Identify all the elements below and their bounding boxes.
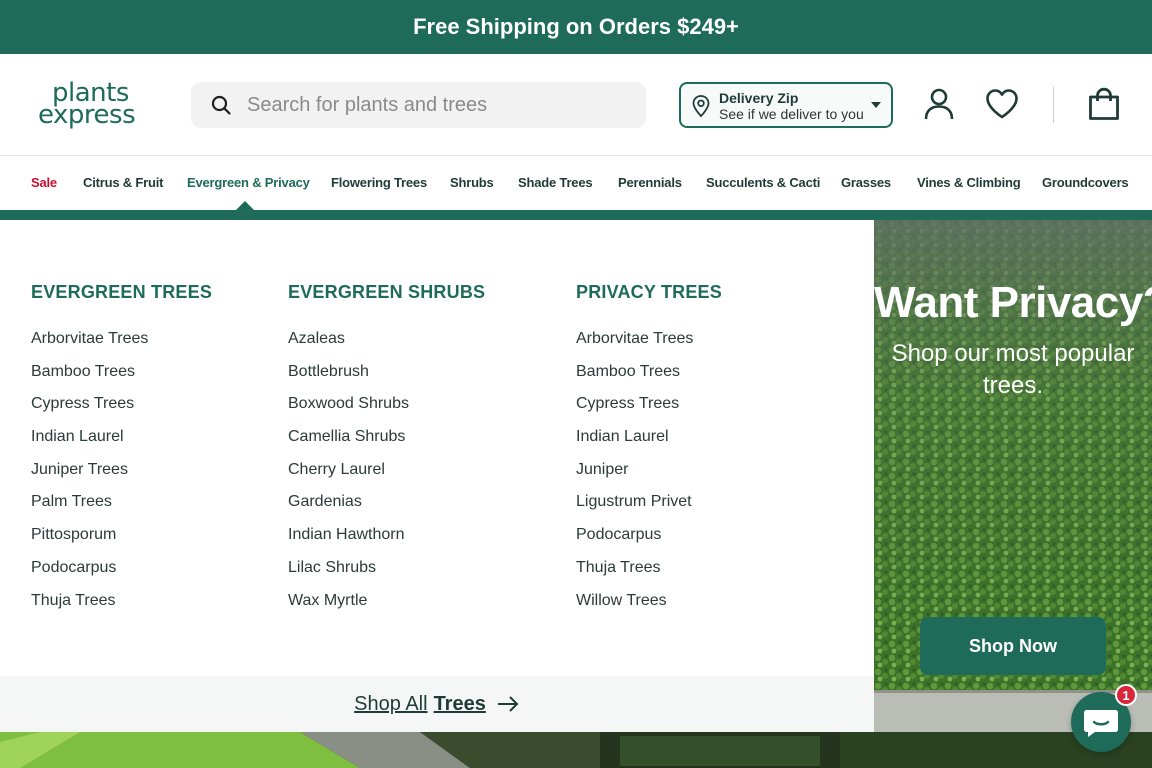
shop-all-category: Trees	[433, 692, 486, 715]
nav-item-perennials[interactable]: Perennials	[618, 175, 682, 190]
heart-icon[interactable]	[984, 86, 1020, 122]
menu-link[interactable]: Cypress Trees	[576, 394, 722, 427]
menu-link[interactable]: Indian Laurel	[31, 427, 212, 460]
menu-link[interactable]: Indian Laurel	[576, 427, 722, 460]
menu-link[interactable]: Podocarpus	[31, 558, 212, 591]
nav-item-shade-trees[interactable]: Shade Trees	[518, 175, 593, 190]
menu-link[interactable]: Cherry Laurel	[288, 460, 485, 493]
menu-link[interactable]: Arborvitae Trees	[576, 329, 722, 362]
nav-item-citrus-fruit[interactable]: Citrus & Fruit	[83, 175, 163, 190]
location-pin-icon	[692, 95, 710, 118]
nav-item-succulents-cacti[interactable]: Succulents & Cacti	[706, 175, 820, 190]
header-divider	[1053, 87, 1054, 123]
menu-link[interactable]: Arborvitae Trees	[31, 329, 212, 362]
menu-column-evergreen-shrubs: EVERGREEN SHRUBS Azaleas Bottlebrush Box…	[288, 282, 485, 623]
shop-all-bar: Shop All Trees	[0, 676, 874, 732]
column-heading[interactable]: EVERGREEN SHRUBS	[288, 282, 485, 306]
menu-link[interactable]: Palm Trees	[31, 492, 212, 525]
shop-now-button[interactable]: Shop Now	[920, 617, 1106, 675]
delivery-zip-title: Delivery Zip	[719, 90, 799, 106]
nav-item-vines-climbing[interactable]: Vines & Climbing	[917, 175, 1021, 190]
search-input[interactable]	[247, 82, 627, 128]
nav-item-grasses[interactable]: Grasses	[841, 175, 891, 190]
menu-link[interactable]: Thuja Trees	[576, 558, 722, 591]
menu-link[interactable]: Juniper Trees	[31, 460, 212, 493]
menu-link[interactable]: Azaleas	[288, 329, 485, 362]
active-nav-pointer	[236, 201, 254, 210]
menu-link[interactable]: Gardenias	[288, 492, 485, 525]
nav-item-sale[interactable]: Sale	[31, 175, 57, 190]
nav-item-flowering-trees[interactable]: Flowering Trees	[331, 175, 427, 190]
promo-title: Want Privacy?	[874, 278, 1152, 327]
menu-link[interactable]: Ligustrum Privet	[576, 492, 722, 525]
menu-link[interactable]: Pittosporum	[31, 525, 212, 558]
menu-link[interactable]: Lilac Shrubs	[288, 558, 485, 591]
menu-link[interactable]: Indian Hawthorn	[288, 525, 485, 558]
menu-link[interactable]: Bamboo Trees	[31, 362, 212, 395]
menu-link[interactable]: Thuja Trees	[31, 591, 212, 624]
chat-widget-button[interactable]: 1	[1071, 684, 1137, 752]
search-bar[interactable]	[191, 82, 646, 128]
nav-item-shrubs[interactable]: Shrubs	[450, 175, 494, 190]
announcement-bar: Free Shipping on Orders $249+	[0, 0, 1152, 54]
hero-image-strip	[0, 732, 1152, 768]
menu-link[interactable]: Podocarpus	[576, 525, 722, 558]
plants-express-logo[interactable]: plants express	[38, 80, 150, 130]
nav-item-evergreen-privacy[interactable]: Evergreen & Privacy	[187, 175, 310, 190]
logo-text-bottom: express	[38, 100, 136, 130]
menu-link[interactable]: Juniper	[576, 460, 722, 493]
menu-column-evergreen-trees: EVERGREEN TREES Arborvitae Trees Bamboo …	[31, 282, 212, 623]
hero-lawn-image	[0, 732, 1152, 768]
shop-all-trees-link[interactable]: Shop All Trees	[354, 693, 520, 716]
promo-subtitle: Shop our most popular trees.	[891, 340, 1135, 399]
column-heading[interactable]: PRIVACY TREES	[576, 282, 722, 306]
chevron-down-icon	[871, 102, 881, 108]
menu-link[interactable]: Bamboo Trees	[576, 362, 722, 395]
menu-link[interactable]: Bottlebrush	[288, 362, 485, 395]
announcement-text: Free Shipping on Orders $249+	[413, 14, 739, 39]
shopping-bag-icon[interactable]	[1086, 86, 1122, 122]
arrow-right-icon	[497, 696, 519, 712]
menu-link[interactable]: Wax Myrtle	[288, 591, 485, 624]
category-nav: Sale Citrus & Fruit Evergreen & Privacy …	[0, 157, 1152, 210]
menu-link[interactable]: Boxwood Shrubs	[288, 394, 485, 427]
shop-all-prefix: Shop All	[354, 692, 428, 715]
menu-link[interactable]: Camellia Shrubs	[288, 427, 485, 460]
privacy-promo-banner[interactable]: Want Privacy? Shop our most popular tree…	[874, 220, 1152, 732]
column-heading[interactable]: EVERGREEN TREES	[31, 282, 212, 306]
menu-link[interactable]: Willow Trees	[576, 591, 722, 624]
search-icon[interactable]	[211, 95, 231, 115]
delivery-zip-selector[interactable]: Delivery Zip See if we deliver to you	[679, 82, 893, 128]
mega-menu-top-bar	[0, 210, 1152, 220]
site-header: plants express Delivery Zip See if we de…	[0, 54, 1152, 156]
nav-item-groundcovers[interactable]: Groundcovers	[1042, 175, 1129, 190]
mega-menu-panel: EVERGREEN TREES Arborvitae Trees Bamboo …	[0, 220, 874, 732]
menu-link[interactable]: Cypress Trees	[31, 394, 212, 427]
delivery-zip-subtitle: See if we deliver to you	[719, 106, 864, 122]
menu-column-privacy-trees: PRIVACY TREES Arborvitae Trees Bamboo Tr…	[576, 282, 722, 623]
account-icon[interactable]	[921, 86, 957, 122]
chat-notification-badge: 1	[1115, 684, 1137, 706]
